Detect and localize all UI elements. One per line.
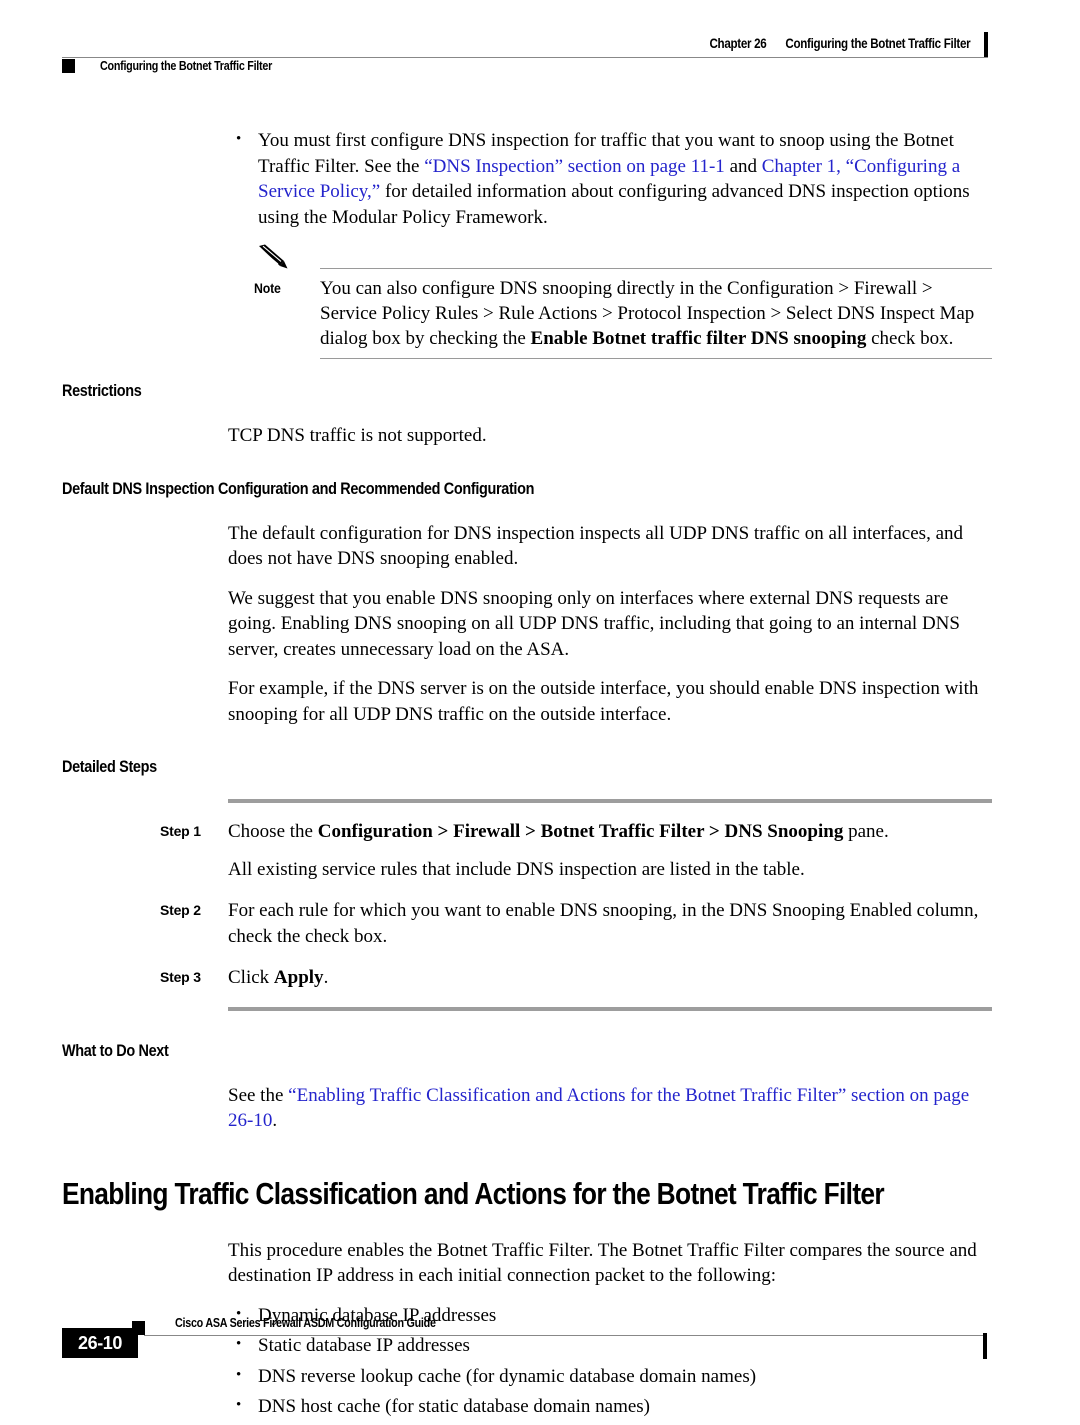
default-config-para-1: The default configuration for DNS inspec… [228,522,963,570]
steps-top-divider [228,799,992,803]
heading-detailed-steps: Detailed Steps [62,757,157,776]
list-item: DNS host cache (for static database doma… [228,1393,992,1420]
note-text-after: check box. [866,328,954,349]
step-3-text: Click Apply. [228,965,992,991]
note-block: Note You can also configure DNS snooping… [254,244,992,359]
what-next-text-before: See the [228,1084,289,1106]
list-item: DNS reverse lookup cache (for dynamic da… [228,1363,992,1390]
header-divider [62,57,988,58]
header-chapter-number: Chapter 26 [709,36,767,51]
step-3-text-before: Click [228,967,274,988]
heading-restrictions: Restrictions [62,381,142,400]
header-running-head: Configuring the Botnet Traffic Filter [62,59,300,73]
page-title: Enabling Traffic Classification and Acti… [62,1175,885,1211]
heading-what-to-do-next: What to Do Next [62,1040,169,1060]
note-text: You can also configure DNS snooping dire… [320,276,992,351]
note-body: Note You can also configure DNS snooping… [254,248,992,351]
step-1-text-before: Choose the [228,821,318,842]
step-1-text-bold: Configuration > Firewall > Botnet Traffi… [317,821,844,842]
footer-divider [144,1335,986,1336]
intro-bullet-part2: and [724,155,762,177]
step-1-label: Step 1 [160,823,201,839]
note-top-divider [320,268,992,269]
page-number-badge: 26-10 [62,1328,138,1358]
footer-guide-title: Cisco ASA Series Firewall ASDM Configura… [175,1316,436,1330]
step-2-label: Step 2 [160,902,201,918]
bullet-square-icon [62,59,75,73]
step-2-text: For each rule for which you want to enab… [228,898,992,949]
page-content: You must first configure DNS inspection … [62,127,992,1425]
default-config-para-3: For example, if the DNS server is on the… [228,678,979,725]
heading-default-dns-inspection-config: Default DNS Inspection Configuration and… [62,478,535,498]
step-row: Step 1 Choose the Configuration > Firewa… [62,819,992,845]
note-label: Note [254,280,281,296]
note-bottom-divider [320,358,992,359]
header-end-bar [984,32,988,58]
header-chapter-info: Chapter 26 Configuring the Botnet Traffic… [709,36,970,51]
step-3-label: Step 3 [160,969,201,985]
step-3-text-after: . [323,967,329,988]
step-3-text-bold: Apply [273,967,324,988]
step-row: Step 3 Click Apply. [62,965,992,991]
steps-bottom-divider [228,1006,992,1011]
step-row: Step 2 For each rule for which you want … [62,898,992,949]
detailed-steps-block: Step 1 Choose the Configuration > Firewa… [62,799,992,1011]
page-header: Chapter 26 Configuring the Botnet Traffic… [62,30,988,78]
pencil-icon [259,244,288,269]
restrictions-body: TCP DNS traffic is not supported. [228,425,487,446]
link-enabling-traffic-classification-section[interactable]: “Enabling Traffic Classification and Act… [228,1085,969,1132]
list-item: You must first configure DNS inspection … [228,127,992,230]
step-1-text-after: pane. [843,821,889,842]
what-next-text-after: . [272,1110,278,1131]
step-1-text: Choose the Configuration > Firewall > Bo… [228,819,992,845]
step-2-text-before: For each rule for which you want to enab… [228,900,979,947]
page-footer: Cisco ASA Series Firewall ASDM Configura… [62,1306,988,1366]
step-1-sub-text: All existing service rules that include … [228,858,805,880]
link-dns-inspection-section[interactable]: “DNS Inspection” section on page 11-1 [424,156,725,177]
default-config-para-2: We suggest that you enable DNS snooping … [228,587,960,660]
what-to-do-next-body: See the “Enabling Traffic Classification… [228,1083,992,1134]
footer-end-bar [983,1333,987,1359]
header-running-head-label: Configuring the Botnet Traffic Filter [100,59,273,73]
header-chapter-title: Configuring the Botnet Traffic Filter [785,36,970,51]
main-section-intro: This procedure enables the Botnet Traffi… [228,1239,977,1287]
note-text-bold: Enable Botnet traffic filter DNS snoopin… [530,328,867,349]
intro-bullet-list: You must first configure DNS inspection … [228,127,992,230]
